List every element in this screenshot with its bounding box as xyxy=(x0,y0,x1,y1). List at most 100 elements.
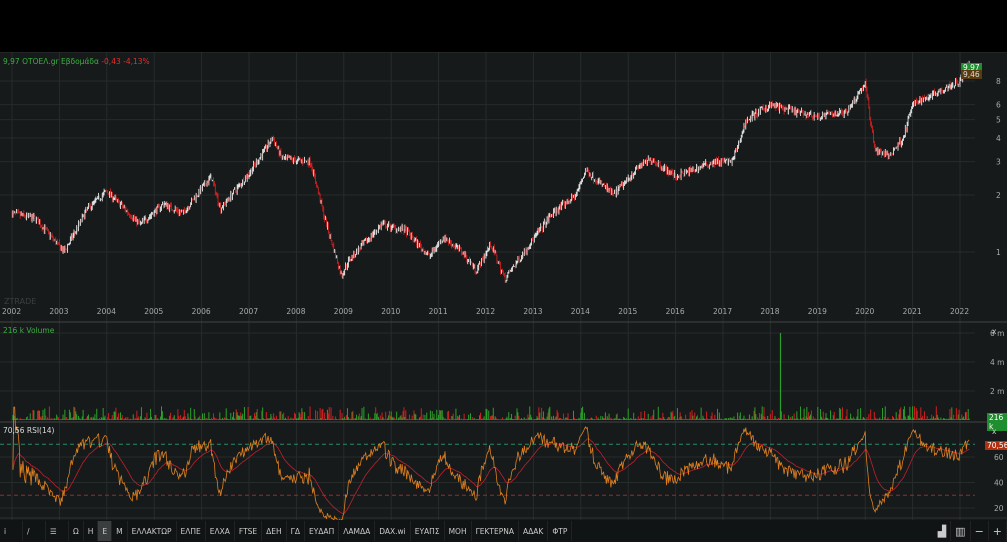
volume-bar xyxy=(184,416,186,420)
volume-bar xyxy=(528,417,530,420)
volume-bar xyxy=(29,413,31,420)
volume-bar xyxy=(461,419,463,420)
toolbar-button-3[interactable]: Ω xyxy=(69,521,84,541)
toolbar-button-20[interactable]: ΦΤΡ xyxy=(548,521,573,541)
volume-bar xyxy=(762,416,764,420)
toolbar-button-0[interactable]: i xyxy=(0,521,23,541)
toolbar-button-17[interactable]: ΜΟΗ xyxy=(445,521,472,541)
indicators-icon[interactable]: ▥ xyxy=(951,521,971,541)
volume-bar xyxy=(518,415,520,420)
volume-bar xyxy=(893,419,895,420)
volume-bar xyxy=(259,419,261,420)
volume-bar xyxy=(262,407,264,420)
volume-bar xyxy=(374,413,376,420)
volume-bar xyxy=(48,406,50,420)
toolbar-button-12[interactable]: ΓΔ xyxy=(287,521,305,541)
toolbar-button-6[interactable]: Μ xyxy=(112,521,128,541)
volume-bar xyxy=(786,419,788,420)
toolbar-button-5[interactable]: Ε xyxy=(98,521,113,541)
volume-bar xyxy=(506,416,508,420)
volume-bar xyxy=(73,406,75,420)
volume-bar xyxy=(228,419,230,420)
volume-bar xyxy=(706,411,708,420)
volume-bar xyxy=(306,419,308,420)
chart-type-icon[interactable]: ▟ xyxy=(934,521,952,541)
volume-bar xyxy=(956,419,958,420)
volume-bar xyxy=(308,419,310,420)
volume-bar xyxy=(275,415,277,420)
toolbar-button-7[interactable]: ΕΛΛΑΚΤΩΡ xyxy=(128,521,177,541)
volume-bar xyxy=(925,419,927,420)
volume-bar xyxy=(571,419,573,420)
volume-bar xyxy=(251,418,253,420)
volume-bar xyxy=(596,419,598,420)
volume-bar xyxy=(367,413,369,420)
volume-bar xyxy=(207,419,209,420)
toolbar-button-18[interactable]: ΓΕΚΤΕΡΝΑ xyxy=(472,521,520,541)
volume-bar xyxy=(164,419,166,420)
year-label: 2010 xyxy=(381,307,400,316)
volume-bar xyxy=(145,418,147,420)
volume-bar xyxy=(140,416,142,420)
zoom-in-button[interactable]: + xyxy=(989,521,1007,541)
zoom-out-button[interactable]: − xyxy=(971,521,989,541)
volume-bar xyxy=(940,417,942,420)
volume-bar xyxy=(793,413,795,420)
volume-bar xyxy=(835,419,837,420)
volume-bar xyxy=(853,418,855,420)
volume-bar xyxy=(794,418,796,420)
volume-bar xyxy=(363,406,365,420)
volume-bar xyxy=(671,413,673,420)
volume-bar xyxy=(158,419,160,420)
volume-bar xyxy=(32,409,34,420)
volume-bar xyxy=(272,418,274,420)
volume-bar xyxy=(410,419,412,420)
toolbar-button-15[interactable]: DAX.wi xyxy=(375,521,411,541)
toolbar-button-16[interactable]: ΕΥΑΠΣ xyxy=(411,521,445,541)
volume-bar xyxy=(784,419,786,420)
toolbar-button-14[interactable]: ΛΑΜΔΑ xyxy=(339,521,376,541)
toolbar-button-4[interactable]: Η xyxy=(84,521,99,541)
volume-bar xyxy=(466,419,468,420)
volume-bar xyxy=(848,419,850,420)
volume-bar xyxy=(124,417,126,420)
year-label: 2013 xyxy=(523,307,542,316)
chart-canvas[interactable]: 2002 2003 2004 2005 2006 2007 2008 2009 2010 2011… xyxy=(0,52,1007,520)
toolbar-button-2[interactable]: ☰ xyxy=(46,521,69,541)
volume-bar xyxy=(778,417,780,420)
volume-bar xyxy=(961,414,963,420)
toolbar-button-8[interactable]: ΕΛΠΕ xyxy=(177,521,206,541)
volume-bar xyxy=(197,418,199,420)
rsi-close-button[interactable]: x xyxy=(990,427,998,436)
volume-bar xyxy=(865,419,867,420)
volume-bar xyxy=(153,419,155,420)
volume-bar xyxy=(322,408,324,420)
toolbar-button-19[interactable]: ΑΔΑΚ xyxy=(519,521,549,541)
toolbar-button-13[interactable]: ΕΥΔΑΠ xyxy=(305,521,340,541)
toolbar-button-10[interactable]: FTSE xyxy=(235,521,263,541)
volume-bar xyxy=(549,406,551,420)
volume-bar xyxy=(217,419,219,420)
volume-bar xyxy=(370,419,372,420)
volume-bar xyxy=(607,418,609,420)
volume-bar xyxy=(504,419,506,420)
toolbar-button-11[interactable]: ΔΕΗ xyxy=(262,521,287,541)
volume-bar xyxy=(933,416,935,420)
volume-bar xyxy=(654,419,656,420)
volume-bar xyxy=(264,419,266,420)
volume-bar xyxy=(279,411,281,420)
volume-bar xyxy=(639,418,641,420)
volume-bar xyxy=(436,409,438,420)
volume-bar xyxy=(194,416,196,420)
volume-bar xyxy=(818,419,820,420)
volume-bar xyxy=(751,416,753,420)
volume-bar xyxy=(388,410,390,420)
volume-bar xyxy=(603,418,605,420)
volume-bar xyxy=(723,419,725,420)
volume-bar xyxy=(16,418,18,420)
volume-close-button[interactable]: x xyxy=(990,327,998,336)
toolbar-button-1[interactable]: / xyxy=(23,521,46,541)
toolbar-button-9[interactable]: ΕΛΧΑ xyxy=(206,521,235,541)
volume-bar xyxy=(18,419,20,420)
rsi-tick: 20 xyxy=(994,504,1004,513)
